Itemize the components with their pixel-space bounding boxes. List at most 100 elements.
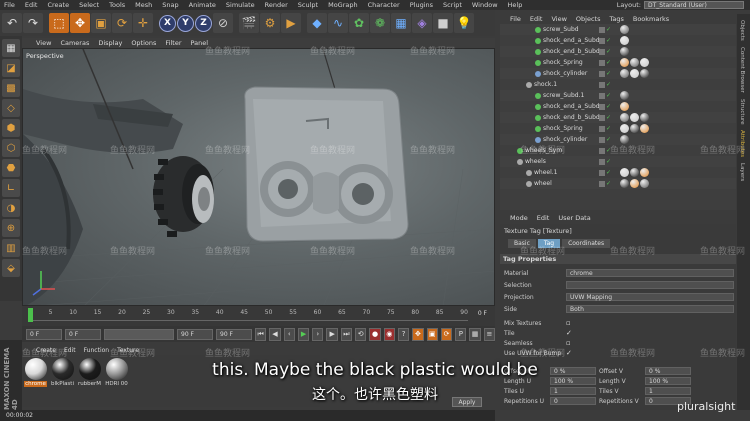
object-row[interactable]: screw_Subd.1 ✓ <box>500 90 736 101</box>
viewport-menu-filter[interactable]: Filter <box>165 39 181 47</box>
enabled-check-icon[interactable]: ✓ <box>606 136 611 143</box>
subdivision-icon[interactable]: ✿ <box>349 13 369 33</box>
enabled-check-icon[interactable]: ✓ <box>606 92 611 99</box>
grid-icon[interactable]: ▥ <box>2 239 20 257</box>
param-key-icon[interactable]: P <box>455 327 467 341</box>
material-tag-icon[interactable] <box>640 113 649 122</box>
object-row[interactable]: shock_cylinder ✓ <box>500 68 736 79</box>
material-tag-icon[interactable] <box>630 168 639 177</box>
current-frame-field[interactable]: 0 F <box>65 328 101 340</box>
property-value[interactable]: chrome <box>566 269 734 277</box>
checkbox[interactable]: ✓ <box>566 329 572 337</box>
cube-icon[interactable]: ◆ <box>307 13 327 33</box>
material-tag-icon[interactable] <box>620 36 629 45</box>
material-tag-icon[interactable] <box>620 91 629 100</box>
visibility-toggle[interactable] <box>599 147 605 154</box>
material-tag-icon[interactable] <box>620 113 629 122</box>
enabled-check-icon[interactable]: ✓ <box>606 81 611 88</box>
polygons-mode-icon[interactable]: ⬣ <box>2 159 20 177</box>
slider-bar[interactable] <box>104 328 174 340</box>
material-tag-icon[interactable] <box>620 25 629 34</box>
y-axis-icon[interactable]: Y <box>177 14 194 32</box>
object-row[interactable]: shock_Spring ✓ <box>500 123 736 134</box>
material-tag-icon[interactable] <box>630 124 639 133</box>
next-key-icon[interactable]: ▶ <box>326 327 338 341</box>
property-value[interactable]: Both <box>566 305 734 313</box>
attribute-menu-user-data[interactable]: User Data <box>558 214 590 222</box>
viewport-menu-options[interactable]: Options <box>131 39 156 47</box>
bend-icon[interactable]: ∿ <box>328 13 348 33</box>
material-tag-icon[interactable] <box>620 58 629 67</box>
visibility-toggle[interactable] <box>599 59 605 66</box>
object-row[interactable]: shock_end_b_Subd ✓ <box>500 112 736 123</box>
end-frame-field[interactable]: 90 F <box>216 328 252 340</box>
visibility-toggle[interactable] <box>599 48 605 55</box>
render-to-picture-viewer-icon[interactable]: ▶ <box>281 13 301 33</box>
points-mode-icon[interactable]: ⬢ <box>2 119 20 137</box>
play-icon[interactable]: ▶ <box>297 327 310 341</box>
property-value[interactable]: UVW Mapping <box>566 293 734 301</box>
timeline-playhead[interactable] <box>28 308 33 322</box>
menu-item-character[interactable]: Character <box>368 1 400 9</box>
enabled-check-icon[interactable]: ✓ <box>606 180 611 187</box>
live-selection-icon[interactable]: ⬚ <box>49 13 69 33</box>
object-menu-bookmarks[interactable]: Bookmarks <box>633 15 669 23</box>
visibility-toggle[interactable] <box>599 169 605 176</box>
enabled-check-icon[interactable]: ✓ <box>606 103 611 110</box>
workplane-lock-icon[interactable]: ⬙ <box>2 259 20 277</box>
enabled-check-icon[interactable]: ✓ <box>606 26 611 33</box>
keyframe-selection-icon[interactable]: ? <box>397 327 410 341</box>
menu-item-render[interactable]: Render <box>265 1 288 9</box>
material-tag-icon[interactable] <box>620 47 629 56</box>
object-row[interactable]: shock_end_b_Subd ✓ <box>500 46 736 57</box>
model-mode-icon[interactable]: ◪ <box>2 59 20 77</box>
enabled-check-icon[interactable]: ✓ <box>606 70 611 77</box>
material-tag-icon[interactable] <box>640 58 649 67</box>
scale-icon[interactable]: ▣ <box>91 13 111 33</box>
viewport-menu-view[interactable]: View <box>36 39 51 47</box>
workplane-mode-icon[interactable]: ◇ <box>2 99 20 117</box>
visibility-toggle[interactable] <box>599 180 605 187</box>
visibility-toggle[interactable] <box>599 125 605 132</box>
perspective-viewport[interactable]: Perspective <box>22 48 495 306</box>
object-menu-objects[interactable]: Objects <box>576 15 601 23</box>
attribute-menu-mode[interactable]: Mode <box>510 214 528 222</box>
material-tag-icon[interactable] <box>630 69 639 78</box>
visibility-toggle[interactable] <box>599 114 605 121</box>
object-menu-edit[interactable]: Edit <box>530 15 543 23</box>
go-to-end-icon[interactable]: ⏭ <box>340 327 353 341</box>
undo-icon[interactable]: ↶ <box>2 13 22 33</box>
texture-mode-icon[interactable]: ▩ <box>2 79 20 97</box>
enabled-check-icon[interactable]: ✓ <box>606 114 611 121</box>
material-menu-function[interactable]: Function <box>84 347 110 354</box>
property-value[interactable] <box>566 281 734 289</box>
tab-coordinates[interactable]: Coordinates <box>562 239 611 248</box>
array-icon[interactable]: ❁ <box>370 13 390 33</box>
prev-key-icon[interactable]: ◀ <box>269 327 281 341</box>
go-to-start-icon[interactable]: ⏮ <box>255 327 267 341</box>
menu-item-animate[interactable]: Animate <box>189 1 216 9</box>
last-tool-icon[interactable]: ✛ <box>133 13 153 33</box>
layout-dropdown[interactable]: DT_Standard (User) <box>644 1 744 9</box>
pla-key-icon[interactable]: ▦ <box>469 327 481 341</box>
side-tab-content-browser[interactable]: Content Browser <box>739 47 745 93</box>
floor-icon[interactable]: ▦ <box>391 13 411 33</box>
menu-item-tools[interactable]: Tools <box>109 1 125 9</box>
snap-icon[interactable]: ⊕ <box>2 219 20 237</box>
side-tab-objects[interactable]: Objects <box>739 20 745 41</box>
autokey-icon[interactable]: ◉ <box>383 327 395 341</box>
enabled-check-icon[interactable]: ✓ <box>606 59 611 66</box>
menu-item-simulate[interactable]: Simulate <box>226 1 255 9</box>
enabled-check-icon[interactable]: ✓ <box>606 125 611 132</box>
move-icon[interactable]: ✥ <box>70 13 90 33</box>
checkbox[interactable]: ▫ <box>566 319 571 327</box>
checkbox[interactable]: ✓ <box>566 349 572 357</box>
z-axis-icon[interactable]: Z <box>195 14 212 32</box>
side-tab-layers[interactable]: Layers <box>739 163 745 181</box>
object-row[interactable]: shock.1 ✓ <box>500 79 736 90</box>
material-tag-icon[interactable] <box>620 168 629 177</box>
attribute-menu-edit[interactable]: Edit <box>537 214 550 222</box>
material-tag-icon[interactable] <box>640 124 649 133</box>
side-tab-structure[interactable]: Structure <box>739 99 745 125</box>
material-tag-icon[interactable] <box>640 179 649 188</box>
